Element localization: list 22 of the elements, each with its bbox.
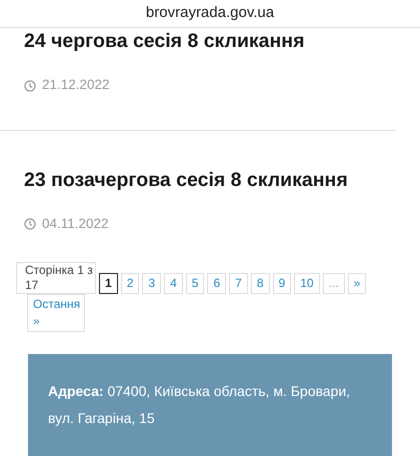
page-button[interactable]: 10 — [294, 273, 320, 294]
next-button[interactable]: » — [348, 273, 366, 294]
page-button[interactable]: 4 — [164, 273, 183, 294]
page-button[interactable]: 1 — [99, 273, 118, 294]
page-button[interactable]: 6 — [207, 273, 226, 294]
page-button[interactable]: 2 — [120, 273, 140, 294]
page-button[interactable]: 7 — [229, 273, 248, 294]
clock-icon — [24, 218, 36, 230]
address-text: Адреса: 07400, Київська область, м. Бровари, вул. Гагаріна, 15 — [48, 382, 352, 428]
page-button[interactable]: 8 — [250, 273, 270, 294]
post-title[interactable]: 24 чергова сесія 8 скликання — [24, 30, 372, 54]
last-page-button[interactable]: Остання » — [27, 294, 85, 332]
page-button[interactable]: 9 — [272, 273, 292, 294]
post-date: 21.12.2022 — [42, 76, 110, 94]
post-date: 04.11.2022 — [42, 215, 109, 234]
url-text[interactable]: brovrayrada.gov.ua — [146, 2, 274, 25]
post-title[interactable]: 23 позачергова сесія 8 скликання — [24, 168, 396, 192]
page-button[interactable]: 5 — [186, 273, 204, 294]
ellipsis-button[interactable]: ... — [322, 273, 345, 294]
clock-icon — [24, 80, 36, 92]
page-info: Сторінка 1 з 17 — [16, 262, 96, 294]
page-button[interactable]: 3 — [142, 273, 162, 294]
